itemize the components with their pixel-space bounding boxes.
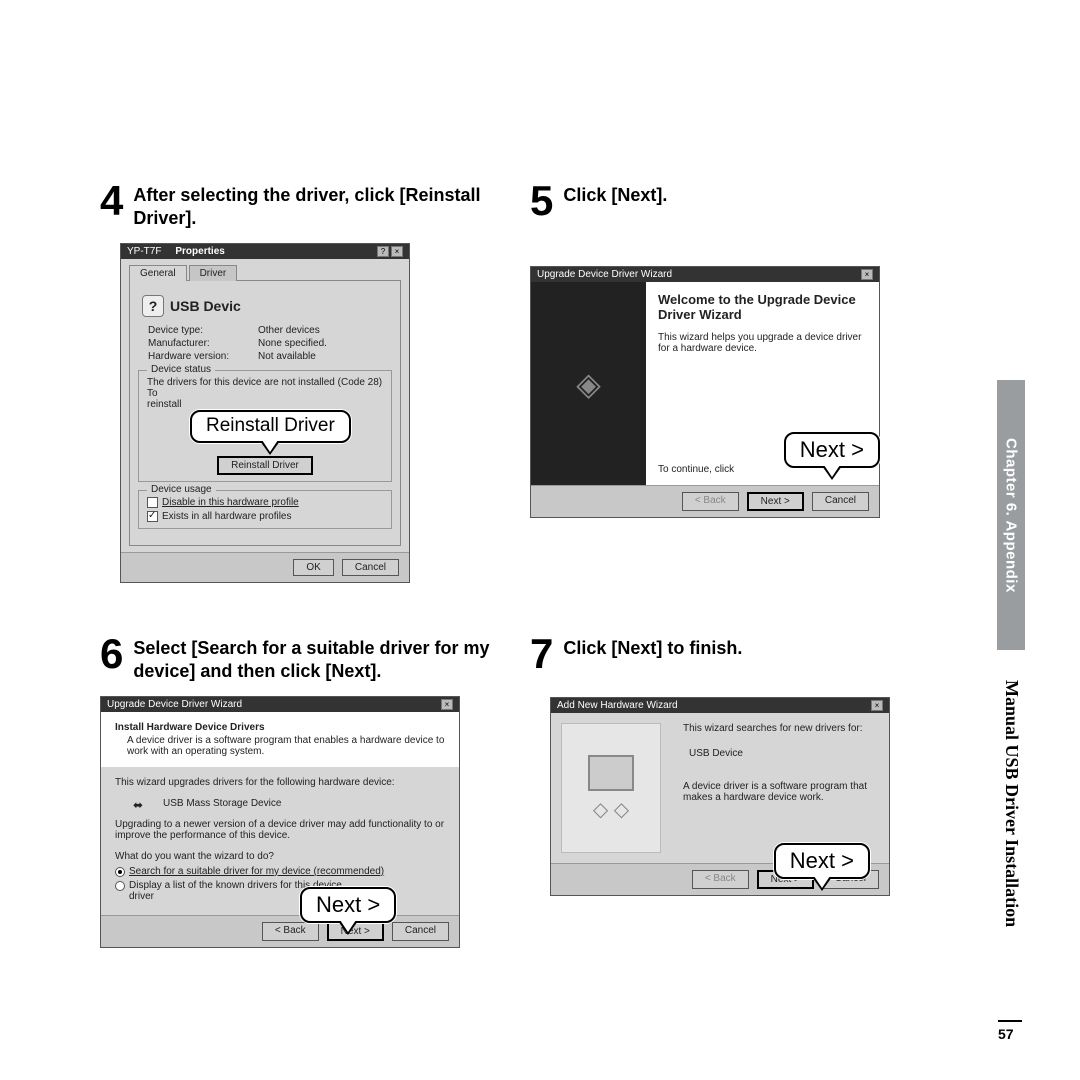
- manual-page: 4 After selecting the driver, click [Rei…: [100, 180, 920, 948]
- wizard-heading: Welcome to the Upgrade Device Driver Wiz…: [658, 292, 867, 322]
- chapter-tab: Chapter 6. Appendix: [997, 380, 1025, 650]
- callout-reinstall: Reinstall Driver: [190, 410, 351, 443]
- step-instruction: Click [Next].: [563, 180, 667, 207]
- wizard-dialog: Upgrade Device Driver Wizard × ◈ Welcome…: [530, 266, 880, 518]
- step-instruction: After selecting the driver, click [Reins…: [133, 180, 490, 231]
- checkbox-exists[interactable]: [147, 511, 158, 522]
- cancel-button[interactable]: Cancel: [812, 492, 869, 511]
- checkbox-disable[interactable]: [147, 497, 158, 508]
- section-label: Manual USB Driver Installation: [1001, 680, 1022, 927]
- step-number: 5: [530, 180, 553, 222]
- callout-arrow-icon: [822, 466, 842, 480]
- window-controls: ?×: [375, 246, 403, 257]
- back-button[interactable]: < Back: [682, 492, 739, 511]
- hardware-graphic: ◇ ◇: [561, 723, 661, 853]
- cancel-button[interactable]: Cancel: [342, 559, 399, 576]
- callout-next: Next >: [774, 843, 870, 879]
- step-instruction: Select [Search for a suitable driver for…: [133, 633, 490, 684]
- ok-button[interactable]: OK: [293, 559, 333, 576]
- help-icon[interactable]: ?: [377, 246, 389, 257]
- wizard-dialog: Upgrade Device Driver Wizard × Install H…: [100, 696, 460, 948]
- callout-arrow-icon: [260, 441, 280, 455]
- cancel-button[interactable]: Cancel: [392, 922, 449, 941]
- dialog-titlebar: YP-T7F Properties ?×: [121, 244, 409, 259]
- page-number: 57: [998, 1020, 1022, 1042]
- callout-arrow-icon: [338, 921, 358, 935]
- step-6: 6 Select [Search for a suitable driver f…: [100, 633, 490, 948]
- radio-list[interactable]: [115, 881, 125, 891]
- back-button[interactable]: < Back: [692, 870, 749, 889]
- step-number: 7: [530, 633, 553, 675]
- close-icon[interactable]: ×: [441, 699, 453, 710]
- tab-driver[interactable]: Driver: [189, 265, 238, 281]
- wizard-graphic: ◈: [531, 282, 646, 485]
- dialog-titlebar: Upgrade Device Driver Wizard ×: [101, 697, 459, 712]
- callout-next: Next >: [300, 887, 396, 923]
- step-number: 6: [100, 633, 123, 675]
- step-number: 4: [100, 180, 123, 222]
- callout-arrow-icon: [812, 877, 832, 891]
- close-icon[interactable]: ×: [861, 269, 873, 280]
- tab-general[interactable]: General: [129, 265, 187, 281]
- reinstall-driver-button[interactable]: Reinstall Driver: [217, 456, 313, 475]
- next-button[interactable]: Next >: [747, 492, 804, 511]
- device-name: USB Devic: [170, 298, 241, 314]
- usb-icon: [133, 798, 155, 808]
- step-7: 7 Click [Next] to finish. Add New Hardwa…: [530, 633, 920, 948]
- dialog-titlebar: Upgrade Device Driver Wizard ×: [531, 267, 879, 282]
- back-button[interactable]: < Back: [262, 922, 319, 941]
- close-icon[interactable]: ×: [391, 246, 403, 257]
- question-icon: ?: [142, 295, 164, 317]
- radio-search[interactable]: [115, 867, 125, 877]
- step-4: 4 After selecting the driver, click [Rei…: [100, 180, 490, 583]
- callout-next: Next >: [784, 432, 880, 468]
- dialog-titlebar: Add New Hardware Wizard ×: [551, 698, 889, 713]
- step-instruction: Click [Next] to finish.: [563, 633, 742, 660]
- step-5: 5 Click [Next]. Upgrade Device Driver Wi…: [530, 180, 920, 583]
- close-icon[interactable]: ×: [871, 700, 883, 711]
